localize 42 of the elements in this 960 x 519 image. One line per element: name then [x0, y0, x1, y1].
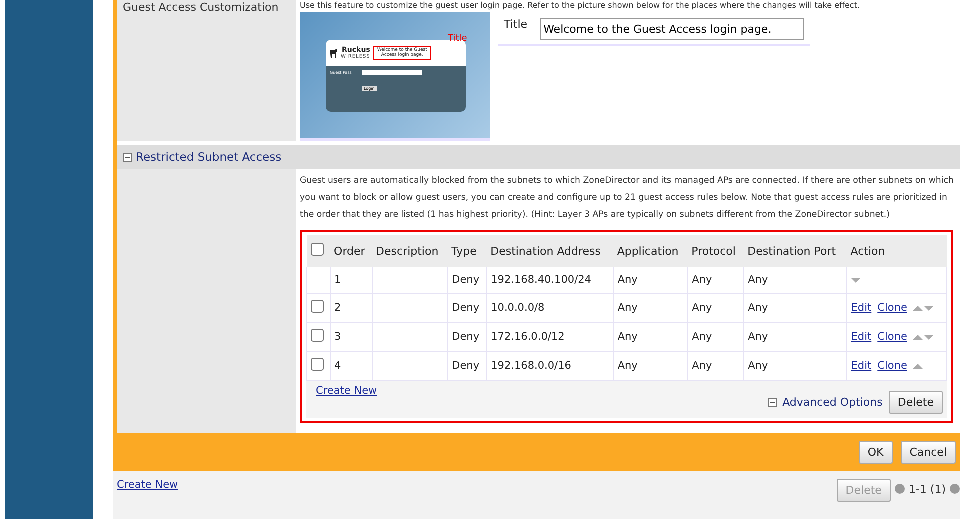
column-header: Order — [330, 235, 372, 267]
action-link[interactable]: Clone — [878, 302, 908, 314]
form-button[interactable]: OK — [858, 440, 893, 464]
title-input[interactable]: Welcome to the Guest Access login page. — [540, 18, 804, 40]
column-header: Type — [448, 235, 487, 267]
section-label: Guest Access Customization — [123, 1, 280, 14]
row-checkbox[interactable] — [311, 300, 324, 313]
collapse-icon[interactable] — [123, 152, 132, 162]
section-title[interactable]: Restricted Subnet Access — [136, 150, 282, 164]
column-header: Application — [613, 235, 688, 267]
advanced-options-link[interactable]: Advanced Options — [782, 396, 883, 409]
description-text: Use this feature to customize the guest user login page. Refer to the picture shown below for the places where the changes will take effect. — [300, 0, 861, 12]
column-header: Description — [372, 235, 448, 267]
row-checkbox[interactable] — [311, 358, 324, 371]
action-link[interactable]: Clone — [878, 331, 908, 343]
title-label: Title — [504, 18, 528, 31]
column-header: Action — [846, 235, 946, 267]
move-up-icon[interactable] — [913, 335, 924, 340]
move-down-icon[interactable] — [924, 306, 934, 311]
column-header: Protocol — [688, 235, 744, 267]
select-all-checkbox[interactable] — [310, 243, 324, 256]
column-header: Destination Port — [744, 235, 847, 267]
row-checkbox[interactable] — [311, 329, 324, 342]
action-link[interactable]: Edit — [851, 302, 872, 314]
delete-button[interactable]: Delete — [888, 391, 943, 414]
form-button[interactable]: Cancel — [900, 440, 956, 464]
move-up-icon[interactable] — [913, 306, 924, 311]
action-link[interactable]: Clone — [878, 360, 908, 372]
page-range: 1-1 (1) — [908, 483, 946, 496]
dog-logo-icon — [329, 48, 338, 58]
move-down-icon[interactable] — [851, 278, 862, 283]
action-link[interactable]: Edit — [851, 360, 872, 372]
preview-marker-label: Title — [448, 34, 468, 44]
create-new-link[interactable]: Create New — [316, 385, 378, 414]
action-link[interactable]: Edit — [851, 331, 872, 343]
toggle-icon[interactable] — [768, 398, 777, 407]
create-new-link[interactable]: Create New — [117, 479, 178, 519]
move-up-icon[interactable] — [913, 364, 924, 369]
description-text: Guest users are automatically blocked from the subnets to which ZoneDirector and its managed APs are connected. If there are other subnets on which you want to block or allow guest users, you can create and configure up to 21 guest access rules below. Note that guest access rules are prioritized in the order that they are listed (1 has highest priority). (Hint: Layer 3 APs are typically on subnets different from the ZoneDirector subnet.) — [300, 175, 955, 222]
preview-field — [362, 70, 422, 75]
column-header: Destination Address — [486, 235, 614, 267]
move-down-icon[interactable] — [924, 335, 934, 340]
